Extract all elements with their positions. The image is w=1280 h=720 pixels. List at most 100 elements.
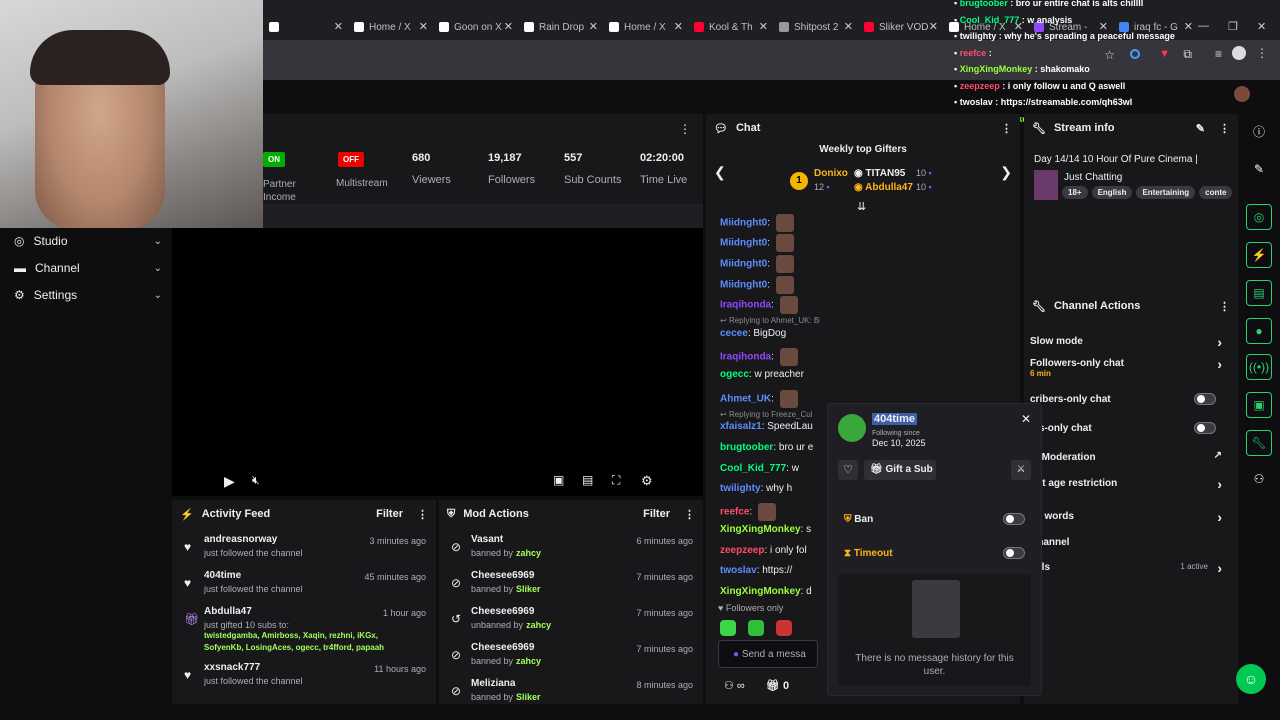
stream-tag[interactable]: conte <box>1199 186 1233 199</box>
browser-tab[interactable]: Shitpost 2 ✕ <box>773 14 857 40</box>
activity-name[interactable]: Abdulla47 <box>204 606 252 617</box>
mod-action-by[interactable]: zahcy <box>516 548 541 558</box>
multistream-off-badge[interactable]: OFF <box>338 152 364 167</box>
emote-1[interactable] <box>720 620 736 636</box>
chat-username[interactable]: Iraqihonda <box>720 300 771 311</box>
chat-username[interactable]: Ahmet_UK <box>720 394 771 405</box>
gift-count[interactable]: 🎁︎ 0 <box>766 679 789 692</box>
tab-close-icon[interactable]: ✕ <box>334 20 343 33</box>
activity-name[interactable]: xxsnack777 <box>204 662 260 673</box>
activity-name[interactable]: andreasnorway <box>204 534 277 545</box>
tab-close-icon[interactable]: ✕ <box>419 20 428 33</box>
browser-tab[interactable]: Goon on X ✕ <box>433 14 517 40</box>
menu-icon[interactable]: ⋮ <box>1256 46 1268 60</box>
chat-username[interactable]: Miidnght0 <box>720 238 767 249</box>
chat-bubble-icon[interactable]: ● <box>1246 318 1272 344</box>
stream-tag[interactable]: English <box>1091 186 1133 199</box>
browser-tab[interactable]: Home / X ✕ <box>603 14 687 40</box>
activity-filter-button[interactable]: Filter <box>376 508 403 521</box>
close-icon[interactable]: ✕ <box>1021 412 1031 426</box>
stream-tag[interactable]: 18+ <box>1062 186 1088 199</box>
chat-username[interactable]: twilighty <box>720 483 761 494</box>
nav-item-studio[interactable]: ◎ Studio ⌄ <box>14 234 162 248</box>
chat-username[interactable]: reefce <box>720 507 749 518</box>
channel-action-item[interactable]: unt age restriction › <box>1030 476 1228 492</box>
tab-close-icon[interactable]: ✕ <box>844 20 853 33</box>
maximize-icon[interactable]: ❐ <box>1228 20 1238 33</box>
channel-action-item[interactable]: Slow mode › <box>1030 334 1228 350</box>
mod-action-by[interactable]: Sliker <box>516 692 541 702</box>
mod-action-by[interactable]: zahcy <box>516 656 541 666</box>
channel-action-toggle[interactable] <box>1194 393 1216 405</box>
extensions-icon[interactable]: ⚇ <box>1246 466 1272 492</box>
browser-tab[interactable]: Rain Drop ✕ <box>518 14 602 40</box>
tab-close-icon[interactable]: ✕ <box>589 20 598 33</box>
minimize-icon[interactable]: — <box>1198 20 1209 32</box>
chat-input[interactable]: ● Send a messa <box>718 640 818 668</box>
channel-actions-menu-icon[interactable]: ⋮ <box>1219 300 1230 313</box>
tab-close-icon[interactable]: ✕ <box>674 20 683 33</box>
chat-username[interactable]: Miidnght0 <box>720 259 767 270</box>
gifter-3[interactable]: ◉ Abdulla47 <box>854 182 913 193</box>
gift-sub-button[interactable]: 🎁︎ Gift a Sub <box>864 460 936 480</box>
layout-icon[interactable]: ▣ <box>1246 392 1272 418</box>
mod-target-name[interactable]: Cheesee6969 <box>471 606 534 617</box>
stats-menu-icon[interactable]: ⋮ <box>679 122 691 136</box>
channel-action-item[interactable]: Followers-only chat 6 min › <box>1030 356 1228 378</box>
ban-toggle[interactable] <box>1003 513 1025 525</box>
nav-item-channel[interactable]: ▬ Channel ⌄ <box>14 261 162 275</box>
chat-username[interactable]: XingXingMonkey <box>720 524 801 535</box>
gifter-2[interactable]: ◉ TITAN95 <box>854 168 905 179</box>
channel-action-item[interactable]: Channel <box>1030 537 1228 548</box>
activity-menu-icon[interactable]: ⋮ <box>417 508 428 521</box>
mod-tools-icon[interactable]: ⚔ <box>1011 460 1031 480</box>
play-icon[interactable]: ▶ <box>224 473 235 490</box>
partner-on-badge[interactable]: ON <box>263 152 285 167</box>
chat-username[interactable]: Cool_Kid_777 <box>720 463 786 474</box>
clip-icon[interactable]: ▤ <box>582 473 593 487</box>
stream-category[interactable]: Just Chatting <box>1064 172 1122 183</box>
chat-username[interactable]: cecee <box>720 328 748 339</box>
chat-username[interactable]: brugtoober <box>720 442 773 453</box>
fullscreen-icon[interactable]: ⛶ <box>612 473 620 488</box>
gifter-1-name[interactable]: Donixo <box>814 168 848 179</box>
chat-username[interactable]: zeepzeep <box>720 545 764 556</box>
channel-action-item[interactable]: tes-only chat <box>1030 422 1228 434</box>
mod-target-name[interactable]: Vasant <box>471 534 503 545</box>
broadcast-icon[interactable]: ((•)) <box>1246 354 1272 380</box>
activity-name[interactable]: 404time <box>204 570 241 581</box>
gifters-prev-icon[interactable]: ❮ <box>714 164 726 181</box>
chat-username[interactable]: Miidnght0 <box>720 280 767 291</box>
pencil-icon[interactable]: ✎ <box>1246 156 1272 182</box>
video-player[interactable] <box>172 228 703 496</box>
chat-username[interactable]: XingXingMonkey <box>720 586 801 597</box>
timeout-toggle[interactable] <box>1003 547 1025 559</box>
mic-icon[interactable]: ● <box>733 649 739 660</box>
camera-icon[interactable]: ◎ <box>1246 204 1272 230</box>
player-settings-icon[interactable]: ⚙ <box>641 473 653 489</box>
channel-action-item[interactable]: ed words › <box>1030 509 1228 525</box>
emote-bar[interactable] <box>720 620 792 636</box>
lightning-icon[interactable]: ⚡ <box>1246 242 1272 268</box>
chat-username[interactable]: ogecc <box>720 369 749 380</box>
browser-tab[interactable]: Kool & Th ✕ <box>688 14 772 40</box>
channel-action-item[interactable]: cribers-only chat <box>1030 393 1228 405</box>
tab-close-icon[interactable]: ✕ <box>504 20 513 33</box>
chat-menu-icon[interactable]: ⋮ <box>1001 122 1012 135</box>
chat-username[interactable]: xfaisalz1 <box>720 421 762 432</box>
mod-target-name[interactable]: Cheesee6969 <box>471 642 534 653</box>
mod-action-by[interactable]: Sliker <box>516 584 541 594</box>
follow-heart-icon[interactable]: ♡ <box>838 460 858 480</box>
help-fab[interactable]: ☺ <box>1236 664 1266 694</box>
edit-icon[interactable]: ✎ <box>1196 122 1205 135</box>
tools-icon[interactable]: 🔧︎ <box>1246 430 1272 456</box>
user-avatar[interactable] <box>1234 86 1250 102</box>
mod-filter-button[interactable]: Filter <box>643 508 670 521</box>
user-card-username[interactable]: 404time <box>872 413 917 425</box>
mute-icon[interactable]: 🔇︎ <box>252 473 260 488</box>
channel-action-item[interactable]: at Moderation ↗ <box>1030 450 1228 463</box>
channel-action-toggle[interactable] <box>1194 422 1216 434</box>
chat-username[interactable]: Miidnght0 <box>720 218 767 229</box>
infinity-icon[interactable]: ⚇ ∞ <box>724 679 745 692</box>
stream-tag[interactable]: Entertaining <box>1136 186 1196 199</box>
